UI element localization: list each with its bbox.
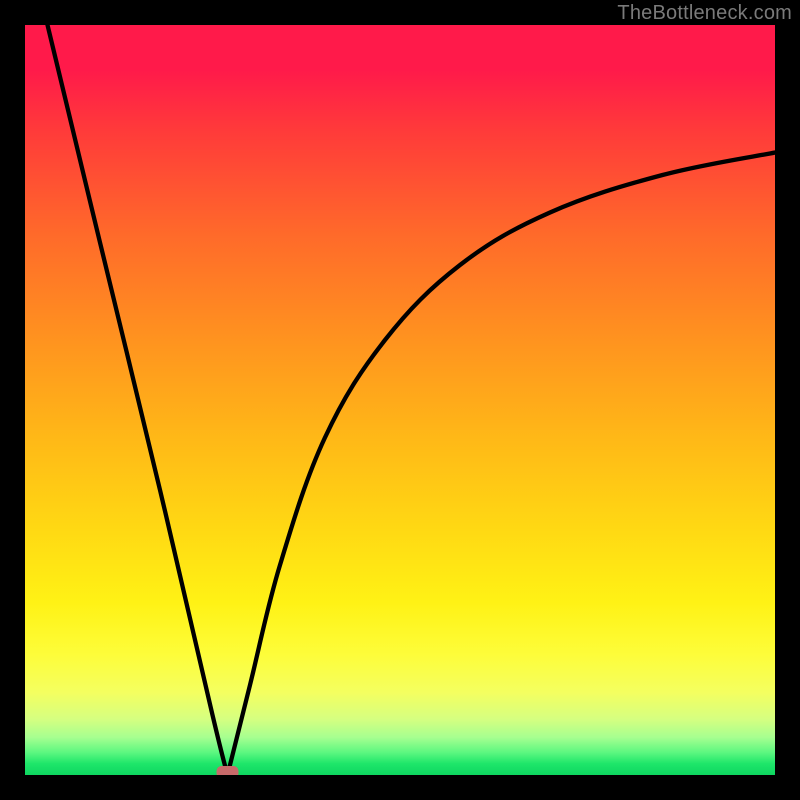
chart-frame: TheBottleneck.com bbox=[0, 0, 800, 800]
min-marker bbox=[217, 766, 239, 775]
curve-layer bbox=[25, 25, 775, 775]
curve-left-branch bbox=[48, 25, 228, 775]
watermark-text: TheBottleneck.com bbox=[617, 2, 792, 25]
plot-area bbox=[25, 25, 775, 775]
curve-right-branch bbox=[228, 153, 776, 776]
